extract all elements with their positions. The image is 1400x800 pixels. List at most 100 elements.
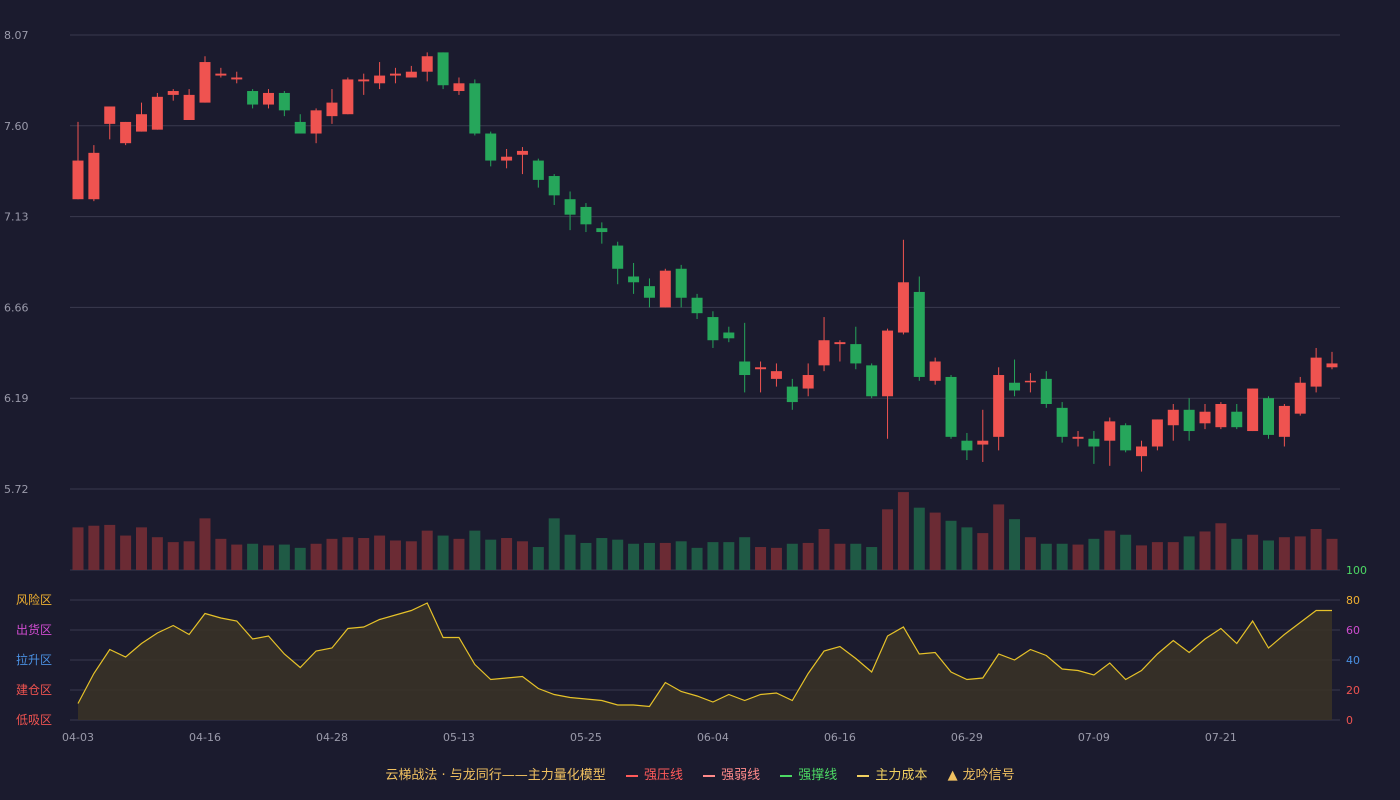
legend-item-support[interactable]: 强撑线 (780, 764, 837, 783)
volume-bar (1199, 531, 1211, 570)
candle-body (866, 365, 878, 397)
candle-body (548, 176, 560, 196)
indicator-tick-label: 0 (1346, 714, 1353, 727)
indicator-tick-label: 20 (1346, 684, 1360, 697)
candle-body (739, 361, 751, 376)
volume-bar (628, 543, 640, 570)
candle (389, 67, 401, 84)
candle-body (802, 375, 814, 389)
legend-label: 主力成本 (875, 768, 928, 783)
volume-bar (993, 504, 1005, 570)
volume-bar (643, 542, 655, 570)
candle-body (72, 160, 84, 200)
candle-body (405, 71, 417, 78)
candle-body (120, 121, 132, 144)
candle-body (1310, 357, 1322, 387)
volume-bar (1263, 540, 1275, 570)
candle (882, 328, 894, 439)
volume-bar (1136, 545, 1148, 570)
volume-bar (88, 525, 100, 570)
volume-bar (374, 535, 386, 570)
candle (913, 276, 925, 381)
candle-body (104, 106, 116, 124)
candle (120, 121, 132, 146)
candle (278, 91, 290, 117)
volume-bar (612, 539, 624, 570)
candle-body (1231, 411, 1243, 428)
candle (1024, 373, 1036, 393)
candle (707, 311, 719, 348)
date-tick-label: 06-16 (824, 731, 856, 744)
candle (326, 89, 338, 124)
volume-bar (1024, 537, 1036, 570)
volume-bar (1056, 543, 1068, 570)
volume-bar (151, 537, 163, 570)
candle-body (659, 270, 671, 308)
volume-bar (72, 527, 84, 570)
candle (167, 89, 179, 101)
candle (294, 114, 306, 134)
candle (135, 102, 147, 132)
volume-bar (1120, 534, 1132, 570)
indicator-tick-label: 40 (1346, 654, 1360, 667)
candle-body (564, 199, 576, 215)
candle-body (834, 342, 846, 345)
candle (993, 367, 1005, 451)
volume-bar (199, 518, 211, 570)
candle (675, 264, 687, 308)
volume-bar (1104, 530, 1116, 570)
candle-body (262, 92, 274, 105)
chart-legend: 云梯战法 · 与龙同行——主力量化模型 强压线 强弱线 强撑线 主力成本 ▲ 龙吟… (0, 764, 1400, 783)
volume-bar (1009, 519, 1021, 570)
volume-bar (977, 533, 989, 570)
candle (183, 89, 195, 121)
legend-label: 强压线 (643, 768, 683, 783)
volume-bar (961, 527, 973, 570)
candle (1088, 431, 1100, 464)
legend-item-model[interactable]: 云梯战法 · 与龙同行——主力量化模型 (385, 764, 605, 783)
volume-bar (1072, 544, 1084, 570)
candle-body (437, 52, 449, 86)
volume-bar (1151, 542, 1163, 570)
indicator-tick-label: 100 (1346, 564, 1367, 577)
candle-body (1088, 438, 1100, 447)
candle (151, 92, 163, 130)
legend-item-signal[interactable]: ▲ 龙吟信号 (948, 764, 1015, 783)
candle (215, 67, 227, 78)
candle (358, 73, 370, 95)
volume-bar (596, 538, 608, 570)
volume-bar (786, 543, 798, 570)
price-tick-label: 6.19 (4, 392, 29, 405)
candle-body (469, 83, 481, 134)
volume-bar (850, 543, 862, 570)
date-tick-label: 07-21 (1205, 731, 1237, 744)
volume-bar (580, 542, 592, 570)
legend-item-cost[interactable]: 主力成本 (857, 764, 927, 783)
date-tick-label: 07-09 (1078, 731, 1110, 744)
dashed-line-icon (857, 774, 870, 777)
candle-body (374, 75, 386, 84)
volume-bar (723, 542, 735, 570)
candle (755, 361, 767, 393)
candle (262, 89, 274, 109)
candle (1278, 403, 1290, 447)
volume-bar (326, 538, 338, 570)
legend-item-strength[interactable]: 强弱线 (703, 764, 760, 783)
candle (342, 77, 354, 115)
candle-body (628, 276, 640, 283)
candle-body (516, 150, 528, 155)
legend-item-resistance[interactable]: 强压线 (625, 764, 683, 783)
volume-bar (802, 542, 814, 570)
candle (612, 241, 624, 285)
price-tick-label: 7.60 (4, 120, 29, 133)
candle (1136, 440, 1148, 472)
candle (1009, 359, 1021, 397)
candle (739, 322, 751, 393)
candle (596, 222, 608, 244)
candle (374, 62, 386, 90)
candle-body (1151, 419, 1163, 447)
volume-bar (675, 541, 687, 570)
candle (437, 52, 449, 90)
candle (977, 409, 989, 462)
candle (818, 317, 830, 372)
